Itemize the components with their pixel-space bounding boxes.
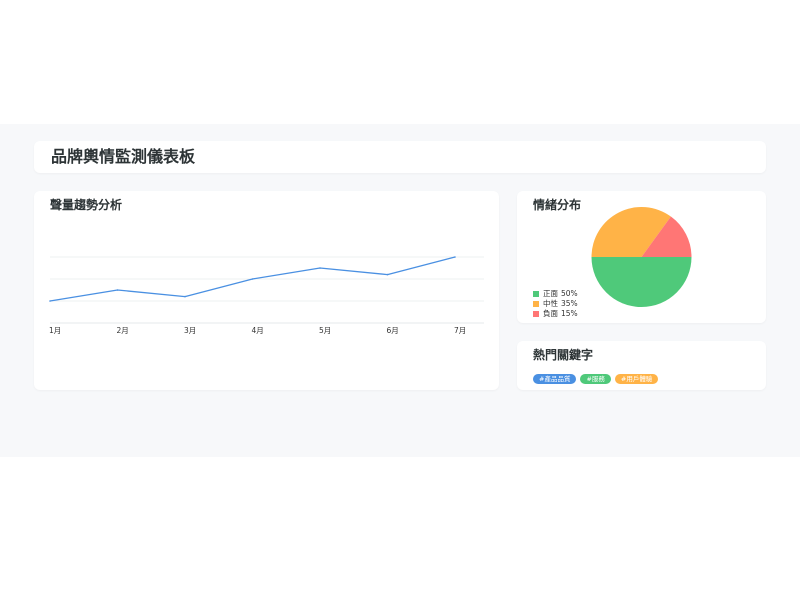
- keyword-tags: #產品品質 #服務 #用戶體驗: [533, 374, 659, 384]
- trend-card: 聲量趨勢分析 1月 2月 3月 4月 5月 6月 7月: [34, 191, 499, 390]
- x-tick-label: 2月: [117, 326, 129, 335]
- legend-percent: 50%: [561, 289, 578, 298]
- legend-percent: 35%: [561, 299, 578, 308]
- trend-chart: 1月 2月 3月 4月 5月 6月 7月: [49, 256, 484, 335]
- pie-slice-positive: [591, 257, 692, 307]
- legend-swatch: [533, 291, 539, 297]
- legend-item-neutral: 中性 35%: [533, 299, 578, 309]
- trend-point: [116, 289, 119, 291]
- legend-item-negative: 負面 15%: [533, 309, 578, 319]
- keywords-card: 熱門關鍵字 #產品品質 #服務 #用戶體驗: [517, 341, 766, 390]
- trend-point: [251, 278, 254, 280]
- x-tick-label: 3月: [184, 326, 196, 335]
- legend-label: 中性: [543, 299, 558, 308]
- trend-point: [49, 300, 51, 302]
- x-tick-label: 7月: [454, 326, 466, 335]
- keyword-tag-product-quality[interactable]: #產品品質: [533, 374, 577, 384]
- page-title: 品牌輿情監測儀表板: [51, 147, 196, 166]
- legend-item-positive: 正面 50%: [533, 289, 578, 299]
- legend-percent: 15%: [561, 309, 578, 318]
- keywords-title: 熱門關鍵字: [533, 348, 594, 362]
- legend-label: 正面: [543, 289, 558, 298]
- keyword-tag-user-experience[interactable]: #用戶體驗: [614, 374, 659, 384]
- x-tick-label: 6月: [387, 326, 399, 335]
- trend-point: [454, 256, 456, 258]
- dashboard: 品牌輿情監測儀表板 聲量趨勢分析 1月 2月 3月 4月 5月 6月 7月 情緒分布 正面 …: [0, 124, 800, 457]
- x-tick-label: 5月: [319, 326, 331, 335]
- trend-point: [319, 267, 321, 269]
- legend-swatch: [533, 311, 539, 317]
- trend-point: [386, 273, 389, 276]
- legend-swatch: [533, 301, 539, 307]
- sentiment-legend: 正面 50% 中性 35% 負面 15%: [533, 289, 578, 319]
- trend-point: [184, 295, 186, 298]
- sentiment-card: 情緒分布 正面 50% 中性 35% 負面 15%: [517, 191, 766, 323]
- keyword-tag-service[interactable]: #服務: [580, 374, 611, 384]
- x-tick-label: 1月: [49, 326, 61, 335]
- legend-label: 負面: [543, 309, 558, 318]
- x-tick-label: 4月: [252, 326, 264, 335]
- header-card: 品牌輿情監測儀表板: [34, 141, 766, 173]
